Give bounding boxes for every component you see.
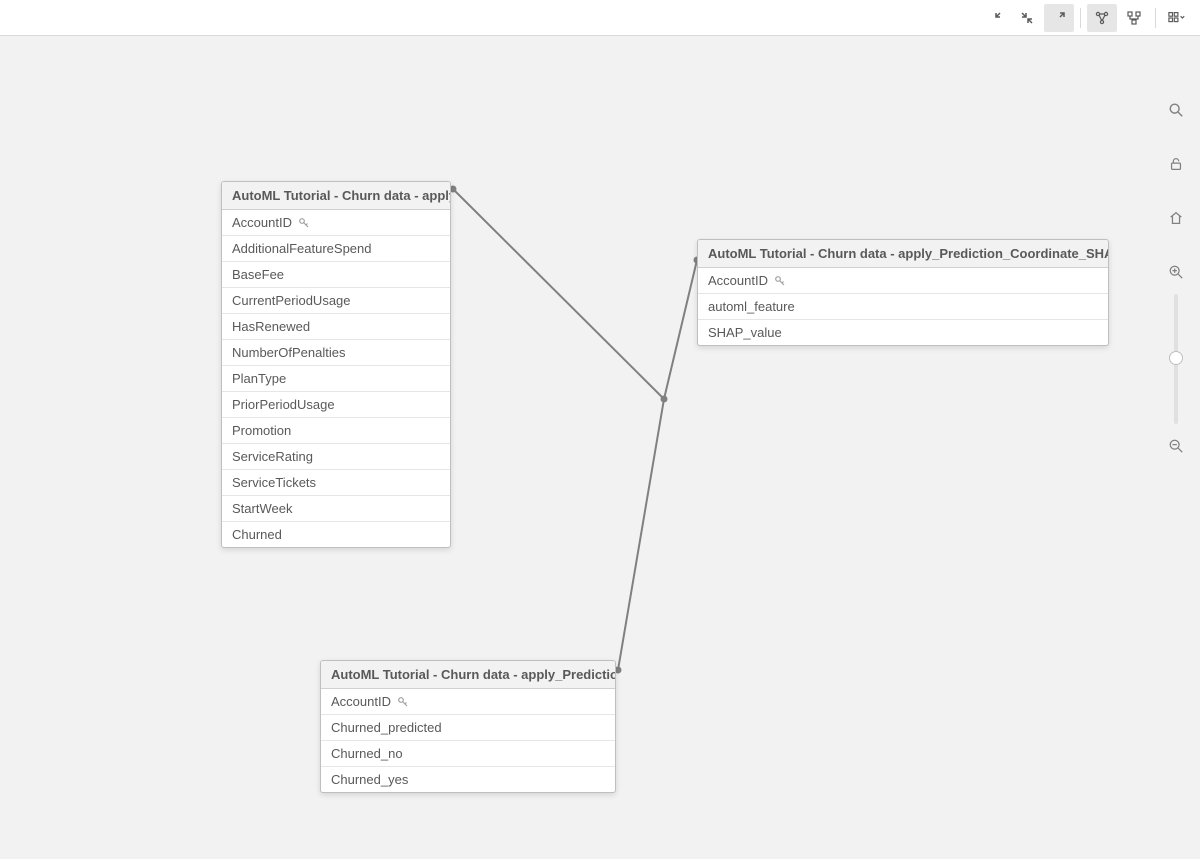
table-field[interactable]: NumberOfPenalties	[222, 340, 450, 366]
field-name: automl_feature	[708, 299, 795, 314]
table-field[interactable]: StartWeek	[222, 496, 450, 522]
table-prediction-title: AutoML Tutorial - Churn data - apply_Pre…	[321, 661, 615, 689]
search-button[interactable]	[1162, 96, 1190, 124]
table-field[interactable]: PlanType	[222, 366, 450, 392]
table-field[interactable]: ServiceTickets	[222, 470, 450, 496]
field-name: SHAP_value	[708, 325, 782, 340]
table-field[interactable]: Churned_yes	[321, 767, 615, 792]
model-canvas[interactable]: AutoML Tutorial - Churn data - apply Acc…	[0, 36, 1200, 859]
side-tools	[1160, 96, 1192, 460]
field-name: AccountID	[232, 215, 292, 230]
layout-lock-button[interactable]	[1162, 150, 1190, 178]
field-name: CurrentPeriodUsage	[232, 293, 351, 308]
table-field[interactable]: Churned_predicted	[321, 715, 615, 741]
field-name: AccountID	[331, 694, 391, 709]
home-icon	[1168, 209, 1184, 227]
table-field[interactable]: automl_feature	[698, 294, 1108, 320]
layout-grid-icon	[1126, 10, 1142, 26]
table-field[interactable]: AccountID	[222, 210, 450, 236]
field-name: StartWeek	[232, 501, 292, 516]
table-field[interactable]: Churned	[222, 522, 450, 547]
table-field[interactable]: Promotion	[222, 418, 450, 444]
table-field[interactable]: SHAP_value	[698, 320, 1108, 345]
collapse-inward-icon	[1019, 10, 1035, 26]
field-name: ServiceTickets	[232, 475, 316, 490]
field-name: Churned_yes	[331, 772, 408, 787]
view-menu-button[interactable]	[1162, 4, 1192, 32]
collapse-view-icon	[987, 10, 1003, 26]
home-button[interactable]	[1162, 204, 1190, 232]
field-name: BaseFee	[232, 267, 284, 282]
field-name: PriorPeriodUsage	[232, 397, 335, 412]
table-shap[interactable]: AutoML Tutorial - Churn data - apply_Pre…	[697, 239, 1109, 346]
view-menu-icon	[1168, 10, 1186, 26]
zoom-in-icon	[1168, 263, 1184, 281]
edge-apply-junction	[453, 189, 664, 399]
layout-grid-button[interactable]	[1119, 4, 1149, 32]
table-field[interactable]: AccountID	[698, 268, 1108, 294]
collapse-view-button[interactable]	[980, 4, 1010, 32]
layout-auto-icon	[1094, 10, 1110, 26]
table-field[interactable]: PriorPeriodUsage	[222, 392, 450, 418]
edge-shap-junction	[664, 260, 697, 399]
search-icon	[1168, 101, 1184, 119]
edge-junction-node	[661, 396, 668, 403]
field-name: Churned	[232, 527, 282, 542]
field-name: Churned_no	[331, 746, 403, 761]
field-name: ServiceRating	[232, 449, 313, 464]
edge-prediction-junction	[618, 399, 664, 670]
table-field[interactable]: ServiceRating	[222, 444, 450, 470]
table-field[interactable]: HasRenewed	[222, 314, 450, 340]
key-icon	[298, 217, 310, 229]
field-name: AdditionalFeatureSpend	[232, 241, 372, 256]
zoom-group	[1162, 258, 1190, 460]
collapse-inward-button[interactable]	[1012, 4, 1042, 32]
field-name: NumberOfPenalties	[232, 345, 345, 360]
expand-view-button[interactable]	[1044, 4, 1074, 32]
table-field[interactable]: BaseFee	[222, 262, 450, 288]
key-icon	[774, 275, 786, 287]
table-apply[interactable]: AutoML Tutorial - Churn data - apply Acc…	[221, 181, 451, 548]
field-name: HasRenewed	[232, 319, 310, 334]
table-field[interactable]: Churned_no	[321, 741, 615, 767]
table-field[interactable]: CurrentPeriodUsage	[222, 288, 450, 314]
zoom-slider-track[interactable]	[1174, 294, 1178, 424]
table-field[interactable]: AdditionalFeatureSpend	[222, 236, 450, 262]
unlock-icon	[1168, 155, 1184, 173]
expand-view-icon	[1051, 10, 1067, 26]
field-name: Promotion	[232, 423, 291, 438]
field-name: AccountID	[708, 273, 768, 288]
top-toolbar	[0, 0, 1200, 36]
toolbar-separator	[1155, 8, 1156, 28]
table-prediction[interactable]: AutoML Tutorial - Churn data - apply_Pre…	[320, 660, 616, 793]
field-name: PlanType	[232, 371, 286, 386]
zoom-out-button[interactable]	[1162, 432, 1190, 460]
layout-auto-button[interactable]	[1087, 4, 1117, 32]
toolbar-separator	[1080, 8, 1081, 28]
table-field[interactable]: AccountID	[321, 689, 615, 715]
field-name: Churned_predicted	[331, 720, 442, 735]
zoom-out-icon	[1168, 437, 1184, 455]
table-shap-title: AutoML Tutorial - Churn data - apply_Pre…	[698, 240, 1108, 268]
zoom-slider-thumb[interactable]	[1169, 351, 1183, 365]
key-icon	[397, 696, 409, 708]
zoom-in-button[interactable]	[1162, 258, 1190, 286]
table-apply-title: AutoML Tutorial - Churn data - apply	[222, 182, 450, 210]
